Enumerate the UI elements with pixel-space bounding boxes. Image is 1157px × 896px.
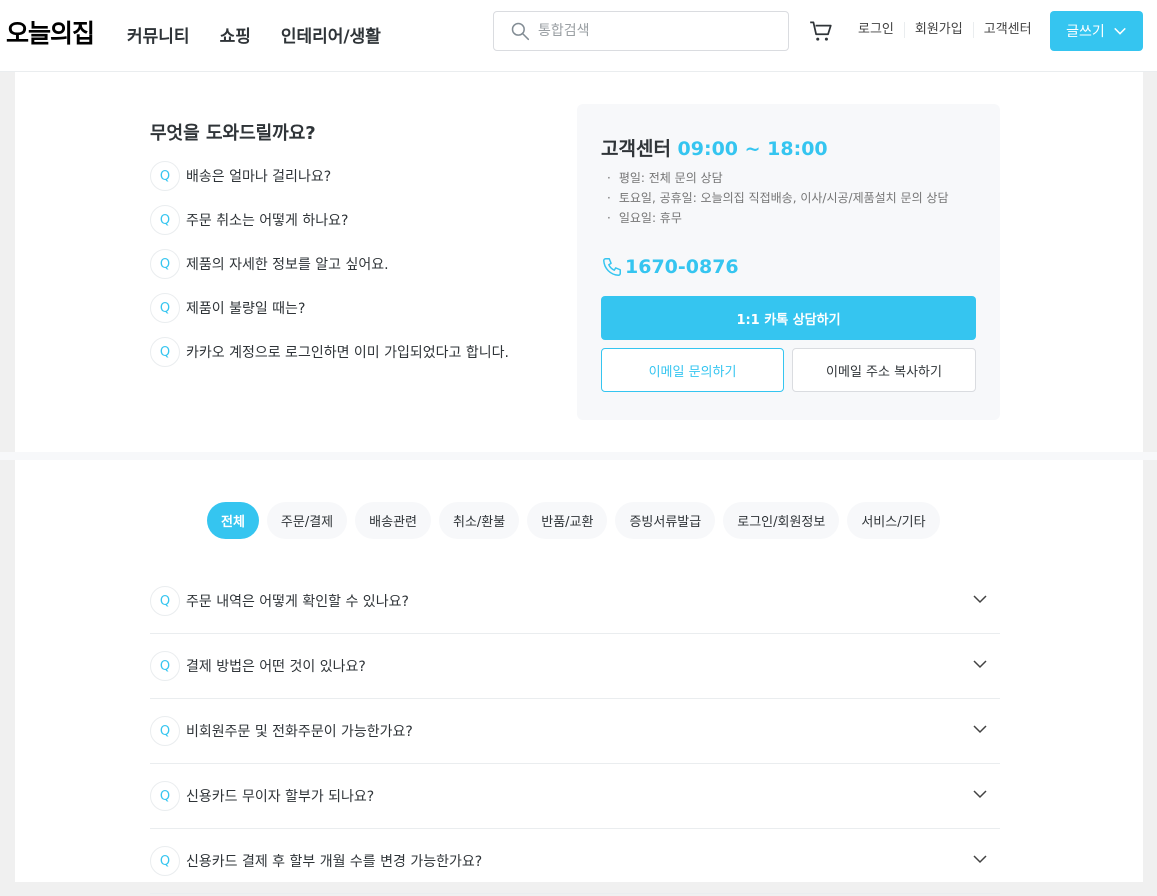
chevron-down-icon[interactable] <box>972 851 988 867</box>
search-icon <box>511 22 530 41</box>
top-header: 오늘의집 커뮤니티 쇼핑 인테리어/생활 로그인 회원가입 고객센터 글쓰기 <box>0 0 1157 72</box>
quick-question-item[interactable]: Q 제품의 자세한 정보를 알고 싶어요. <box>150 248 509 280</box>
cs-info-item: 일요일: 휴무 <box>607 208 949 228</box>
question-text: 배송은 얼마나 걸리나요? <box>186 169 332 185</box>
tab-delivery[interactable]: 배송관련 <box>355 502 431 539</box>
copy-email-button[interactable]: 이메일 주소 복사하기 <box>792 348 976 392</box>
customer-center-link[interactable]: 고객센터 <box>972 22 1042 38</box>
quick-question-item[interactable]: Q 주문 취소는 어떻게 하나요? <box>150 204 509 236</box>
quick-question-item[interactable]: Q 제품이 불량일 때는? <box>150 292 509 324</box>
faq-list: Q 주문 내역은 어떻게 확인할 수 있나요? Q 결제 방법은 어떤 것이 있… <box>150 569 1000 894</box>
faq-question: 결제 방법은 어떤 것이 있나요? <box>186 659 366 675</box>
faq-item[interactable]: Q 주문 내역은 어떻게 확인할 수 있나요? <box>150 569 1000 634</box>
quick-question-item[interactable]: Q 카카오 계정으로 로그인하면 이미 가입되었다고 합니다. <box>150 336 509 368</box>
tab-service-etc[interactable]: 서비스/기타 <box>847 502 940 539</box>
faq-item[interactable]: Q 비회원주문 및 전화주문이 가능한가요? <box>150 699 1000 764</box>
nav-interior[interactable]: 인테리어/생활 <box>281 22 381 47</box>
q-badge: Q <box>150 249 180 279</box>
phone-number: 1670-0876 <box>625 256 739 278</box>
faq-question: 주문 내역은 어떻게 확인할 수 있나요? <box>186 594 409 610</box>
q-badge: Q <box>150 205 180 235</box>
q-badge: Q <box>150 337 180 367</box>
cs-info-list: 평일: 전체 문의 상담 토요일, 공휴일: 오늘의집 직접배송, 이사/시공/… <box>607 168 949 228</box>
question-text: 카카오 계정으로 로그인하면 이미 가입되었다고 합니다. <box>186 345 509 361</box>
help-title: 무엇을 도와드릴까요? <box>150 123 316 144</box>
cs-phone[interactable]: 1670-0876 <box>601 256 739 278</box>
category-tabs: 전체 주문/결제 배송관련 취소/환불 반품/교환 증빙서류발급 로그인/회원정… <box>207 502 940 539</box>
login-link[interactable]: 로그인 <box>858 22 904 38</box>
faq-item[interactable]: Q 신용카드 결제 후 할부 개월 수를 변경 가능한가요? <box>150 829 1000 894</box>
cart-icon[interactable] <box>808 18 834 44</box>
q-badge: Q <box>150 651 180 681</box>
cs-title: 고객센터 09:00 ~ 18:00 <box>601 134 828 161</box>
nav-community[interactable]: 커뮤니티 <box>127 22 190 47</box>
faq-item[interactable]: Q 신용카드 무이자 할부가 되나요? <box>150 764 1000 829</box>
q-badge: Q <box>150 781 180 811</box>
write-button[interactable]: 글쓰기 <box>1050 11 1143 51</box>
q-badge: Q <box>150 716 180 746</box>
faq-question: 신용카드 무이자 할부가 되나요? <box>186 789 375 805</box>
tab-order-payment[interactable]: 주문/결제 <box>266 502 348 539</box>
tab-documents[interactable]: 증빙서류발급 <box>615 502 716 539</box>
tab-all[interactable]: 전체 <box>207 502 259 539</box>
search-box[interactable] <box>493 11 789 51</box>
kakao-chat-button[interactable]: 1:1 카톡 상담하기 <box>601 296 976 340</box>
email-inquiry-button[interactable]: 이메일 문의하기 <box>601 348 784 392</box>
quick-question-list: Q 배송은 얼마나 걸리나요? Q 주문 취소는 어떻게 하나요? Q 제품의 … <box>150 160 509 380</box>
question-text: 주문 취소는 어떻게 하나요? <box>186 213 349 229</box>
faq-question: 비회원주문 및 전화주문이 가능한가요? <box>186 724 413 740</box>
chevron-down-icon <box>1114 27 1126 35</box>
quick-question-item[interactable]: Q 배송은 얼마나 걸리나요? <box>150 160 509 192</box>
chevron-down-icon[interactable] <box>972 656 988 672</box>
q-badge: Q <box>150 293 180 323</box>
q-badge: Q <box>150 586 180 616</box>
write-button-label: 글쓰기 <box>1066 24 1105 40</box>
main-nav: 커뮤니티 쇼핑 인테리어/생활 <box>127 22 381 47</box>
chevron-down-icon[interactable] <box>972 786 988 802</box>
faq-item[interactable]: Q 결제 방법은 어떤 것이 있나요? <box>150 634 1000 699</box>
phone-icon <box>603 258 621 276</box>
signup-link[interactable]: 회원가입 <box>903 22 973 38</box>
q-badge: Q <box>150 161 180 191</box>
customer-center-box: 고객센터 09:00 ~ 18:00 평일: 전체 문의 상담 토요일, 공휴일… <box>577 104 1000 420</box>
faq-question: 신용카드 결제 후 할부 개월 수를 변경 가능한가요? <box>186 854 483 870</box>
util-links: 로그인 회원가입 고객센터 <box>858 22 1042 38</box>
question-text: 제품이 불량일 때는? <box>186 301 306 317</box>
question-text: 제품의 자세한 정보를 알고 싶어요. <box>186 257 389 273</box>
section-divider <box>0 452 1157 460</box>
tab-login-member[interactable]: 로그인/회원정보 <box>723 502 840 539</box>
cs-title-label: 고객센터 <box>601 138 671 160</box>
chevron-down-icon[interactable] <box>972 721 988 737</box>
cs-hours: 09:00 ~ 18:00 <box>677 138 828 160</box>
q-badge: Q <box>150 846 180 876</box>
nav-shopping[interactable]: 쇼핑 <box>220 22 251 47</box>
cs-info-item: 토요일, 공휴일: 오늘의집 직접배송, 이사/시공/제품설치 문의 상담 <box>607 188 949 208</box>
logo[interactable]: 오늘의집 <box>6 14 95 50</box>
search-input[interactable] <box>538 23 778 39</box>
chevron-down-icon[interactable] <box>972 591 988 607</box>
cs-info-item: 평일: 전체 문의 상담 <box>607 168 949 188</box>
tab-return-exchange[interactable]: 반품/교환 <box>527 502 608 539</box>
tab-cancel-refund[interactable]: 취소/환불 <box>439 502 520 539</box>
